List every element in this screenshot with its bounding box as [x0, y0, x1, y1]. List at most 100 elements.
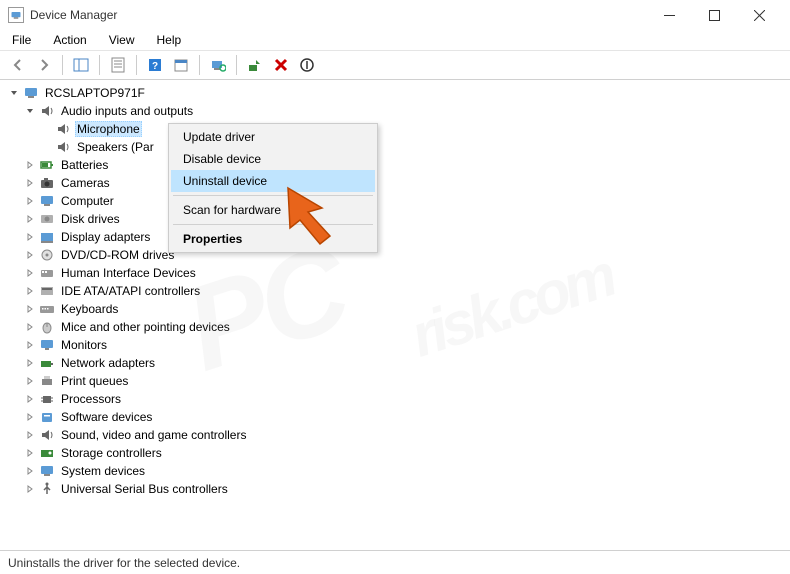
chevron-right-icon[interactable]	[22, 229, 38, 245]
chevron-right-icon[interactable]	[22, 211, 38, 227]
device-category-icon	[38, 247, 56, 263]
disable-device-button[interactable]	[295, 53, 319, 77]
tree-node-label: Microphone	[75, 121, 142, 137]
chevron-right-icon[interactable]	[22, 445, 38, 461]
context-menu-separator	[173, 195, 373, 196]
chevron-right-icon[interactable]	[22, 247, 38, 263]
context-menu-separator	[173, 224, 373, 225]
update-driver-button[interactable]	[243, 53, 267, 77]
chevron-right-icon[interactable]	[22, 175, 38, 191]
chevron-right-icon[interactable]	[22, 463, 38, 479]
tree-node-label: Mice and other pointing devices	[59, 319, 232, 335]
close-button[interactable]	[737, 0, 782, 30]
back-button[interactable]	[6, 53, 30, 77]
chevron-right-icon[interactable]	[22, 391, 38, 407]
chevron-right-icon[interactable]	[22, 481, 38, 497]
tree-node-label: Display adapters	[59, 229, 152, 245]
chevron-right-icon[interactable]	[22, 301, 38, 317]
toolbar-divider	[236, 55, 237, 75]
device-category-icon	[38, 463, 56, 479]
tree-item[interactable]: Mice and other pointing devices	[0, 318, 790, 336]
menu-file[interactable]: File	[8, 31, 35, 49]
context-menu-disable-device[interactable]: Disable device	[171, 148, 375, 170]
status-bar: Uninstalls the driver for the selected d…	[0, 550, 790, 574]
menu-action[interactable]: Action	[49, 31, 90, 49]
tree-item[interactable]: IDE ATA/ATAPI controllers	[0, 282, 790, 300]
chevron-right-icon[interactable]	[22, 409, 38, 425]
tree-item[interactable]: DVD/CD-ROM drives	[0, 246, 790, 264]
tree-item[interactable]: Print queues	[0, 372, 790, 390]
minimize-button[interactable]	[647, 0, 692, 30]
device-tree: RCSLAPTOP971F Audio inputs and outputs M…	[0, 80, 790, 550]
tree-node-label: Speakers (Par	[75, 139, 156, 155]
maximize-button[interactable]	[692, 0, 737, 30]
device-category-icon	[38, 193, 56, 209]
toolbar-divider	[199, 55, 200, 75]
device-category-icon	[38, 229, 56, 245]
chevron-right-icon[interactable]	[22, 355, 38, 371]
menu-help[interactable]: Help	[153, 31, 186, 49]
tree-node-label: RCSLAPTOP971F	[43, 85, 147, 101]
svg-text:?: ?	[152, 61, 158, 72]
device-category-icon	[38, 175, 56, 191]
toolbar-divider	[136, 55, 137, 75]
scan-hardware-button[interactable]	[206, 53, 230, 77]
chevron-right-icon[interactable]	[22, 337, 38, 353]
forward-button[interactable]	[32, 53, 56, 77]
tree-item[interactable]: Network adapters	[0, 354, 790, 372]
status-text: Uninstalls the driver for the selected d…	[8, 556, 240, 570]
context-menu-uninstall-device[interactable]: Uninstall device	[171, 170, 375, 192]
tree-node-label: Print queues	[59, 373, 130, 389]
tree-item[interactable]: Batteries	[0, 156, 790, 174]
toolbar-divider	[99, 55, 100, 75]
tree-root[interactable]: RCSLAPTOP971F	[0, 84, 790, 102]
tree-item[interactable]: Storage controllers	[0, 444, 790, 462]
tree-node-label: Monitors	[59, 337, 109, 353]
calendar-button[interactable]	[169, 53, 193, 77]
tree-item[interactable]: Universal Serial Bus controllers	[0, 480, 790, 498]
tree-item-speakers[interactable]: Speakers (Par	[0, 138, 790, 156]
show-hide-tree-button[interactable]	[69, 53, 93, 77]
device-category-icon	[38, 283, 56, 299]
tree-item-microphone[interactable]: Microphone	[0, 120, 790, 138]
chevron-right-icon[interactable]	[22, 373, 38, 389]
tree-node-label: Sound, video and game controllers	[59, 427, 248, 443]
chevron-right-icon[interactable]	[22, 157, 38, 173]
chevron-down-icon[interactable]	[22, 103, 38, 119]
help-button[interactable]: ?	[143, 53, 167, 77]
chevron-right-icon[interactable]	[22, 427, 38, 443]
tree-node-label: Network adapters	[59, 355, 157, 371]
tree-item[interactable]: Software devices	[0, 408, 790, 426]
tree-item[interactable]: Sound, video and game controllers	[0, 426, 790, 444]
tree-item[interactable]: Cameras	[0, 174, 790, 192]
tree-item[interactable]: Disk drives	[0, 210, 790, 228]
tree-node-label: Human Interface Devices	[59, 265, 198, 281]
tree-item[interactable]: Human Interface Devices	[0, 264, 790, 282]
computer-icon	[22, 85, 40, 101]
properties-button[interactable]	[106, 53, 130, 77]
device-category-icon	[38, 301, 56, 317]
chevron-right-icon[interactable]	[22, 193, 38, 209]
tree-item[interactable]: Keyboards	[0, 300, 790, 318]
tree-item[interactable]: Display adapters	[0, 228, 790, 246]
uninstall-device-button[interactable]	[269, 53, 293, 77]
tree-item[interactable]: Computer	[0, 192, 790, 210]
device-category-icon	[38, 481, 56, 497]
chevron-right-icon[interactable]	[22, 283, 38, 299]
context-menu-update-driver[interactable]: Update driver	[171, 126, 375, 148]
tree-item[interactable]: System devices	[0, 462, 790, 480]
chevron-right-icon[interactable]	[22, 265, 38, 281]
device-category-icon	[38, 355, 56, 371]
chevron-down-icon[interactable]	[6, 85, 22, 101]
context-menu-properties[interactable]: Properties	[171, 228, 375, 250]
device-category-icon	[38, 373, 56, 389]
menu-view[interactable]: View	[105, 31, 139, 49]
tree-item[interactable]: Processors	[0, 390, 790, 408]
context-menu-scan-hardware[interactable]: Scan for hardware	[171, 199, 375, 221]
device-category-icon	[38, 157, 56, 173]
toolbar-divider	[62, 55, 63, 75]
tree-item[interactable]: Monitors	[0, 336, 790, 354]
speaker-icon	[54, 121, 72, 137]
chevron-right-icon[interactable]	[22, 319, 38, 335]
tree-item-audio[interactable]: Audio inputs and outputs	[0, 102, 790, 120]
